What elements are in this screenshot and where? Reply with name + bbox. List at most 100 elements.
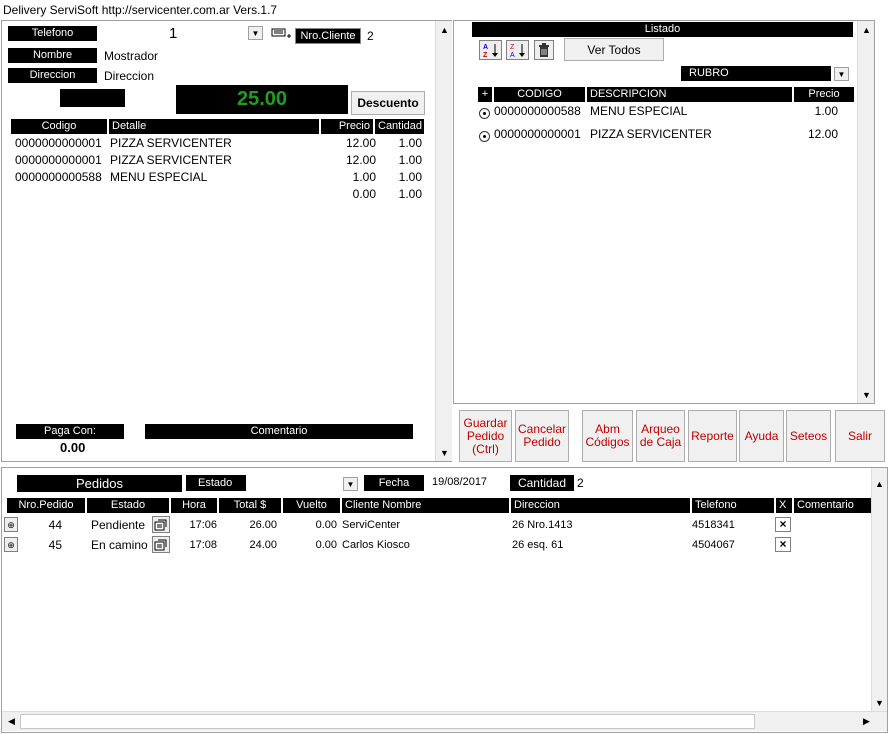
- listado-title: Listado: [472, 22, 853, 37]
- item-row[interactable]: 0.00 1.00: [11, 186, 424, 203]
- svg-text:Z: Z: [510, 44, 515, 51]
- seteos-button[interactable]: Seteos: [786, 410, 831, 462]
- pedidos-header-telefono: Telefono: [692, 498, 774, 513]
- delete-pedido-icon[interactable]: ×: [775, 537, 791, 552]
- pedidos-header-direccion: Direccion: [511, 498, 690, 513]
- trash-icon[interactable]: [534, 40, 554, 60]
- keyboard-icon[interactable]: [270, 27, 292, 41]
- nro-cliente-label: Nro.Cliente: [295, 28, 361, 44]
- cancelar-pedido-button[interactable]: Cancelar Pedido: [515, 410, 569, 462]
- pedido-vuelto: 0.00: [315, 519, 337, 531]
- abm-label: Abm Códigos: [585, 422, 630, 449]
- item-precio: 12.00: [345, 136, 376, 150]
- pedidos-title: Pedidos: [17, 475, 182, 492]
- salir-label: Salir: [847, 428, 872, 443]
- items-header-detalle: Detalle: [109, 119, 319, 134]
- listado-header-add: +: [478, 87, 492, 102]
- change-estado-icon[interactable]: [152, 536, 170, 553]
- listado-codigo: 0000000000001: [494, 127, 581, 141]
- cantidad-value: 2: [577, 476, 584, 490]
- svg-text:A: A: [510, 52, 515, 58]
- pedidos-header-vuelto: Vuelto: [283, 498, 340, 513]
- listado-row[interactable]: 0000000000001 PIZZA SERVICENTER 12.00: [478, 126, 854, 143]
- select-radio-icon[interactable]: [479, 131, 490, 142]
- scroll-down-icon[interactable]: ▼: [859, 387, 874, 402]
- order-pane: Telefono 1 ▼ Nro.Cliente 2 Nombre Mostra…: [1, 20, 452, 462]
- svg-text:Z: Z: [483, 52, 488, 58]
- paga-con-value[interactable]: 0.00: [60, 440, 85, 455]
- scroll-thumb[interactable]: [20, 714, 755, 729]
- listado-descripcion: PIZZA SERVICENTER: [590, 127, 712, 141]
- descuento-label: Descuento: [357, 96, 419, 110]
- pedidos-vscrollbar[interactable]: ▲ ▼: [871, 468, 887, 716]
- listado-descripcion: MENU ESPECIAL: [590, 104, 688, 118]
- listado-scrollbar[interactable]: ▲ ▼: [857, 21, 874, 403]
- pedidos-header-x: X: [776, 498, 792, 513]
- total-amount: 25.00: [236, 88, 288, 110]
- estado-dropdown-button[interactable]: ▼: [343, 477, 358, 491]
- pedidos-header-hora: Hora: [171, 498, 217, 513]
- estado-label: Estado: [186, 475, 246, 491]
- sort-za-icon[interactable]: ZA: [506, 40, 529, 60]
- change-estado-icon[interactable]: [152, 516, 170, 533]
- ver-todos-button[interactable]: Ver Todos: [564, 38, 664, 61]
- pedido-telefono: 4518341: [692, 519, 735, 531]
- svg-text:A: A: [483, 44, 488, 51]
- pedido-cliente: ServiCenter: [342, 519, 401, 531]
- guardar-pedido-button[interactable]: Guardar Pedido (Ctrl): [459, 410, 512, 462]
- item-row[interactable]: 0000000000001 PIZZA SERVICENTER 12.00 1.…: [11, 135, 424, 152]
- pedido-hora: 17:06: [189, 519, 217, 531]
- reporte-label: Reporte: [691, 428, 734, 443]
- scroll-down-icon[interactable]: ▼: [437, 445, 452, 460]
- cantidad-label: Cantidad: [510, 475, 574, 491]
- pedido-row[interactable]: ⊕ 44 Pendiente 17:06 26.00 0.00 ServiCen…: [4, 515, 876, 535]
- pedidos-pane: Pedidos Estado ▼ Fecha 19/08/2017 Cantid…: [1, 467, 888, 733]
- total-display: 25.00: [176, 85, 348, 114]
- app-window: Delivery ServiSoft http://servicenter.co…: [0, 0, 890, 734]
- pedido-row[interactable]: ⊕ 45 En camino 17:08 24.00 0.00 Carlos K…: [4, 535, 876, 555]
- pedidos-header-comentario: Comentario: [794, 498, 876, 513]
- abm-codigos-button[interactable]: Abm Códigos: [582, 410, 633, 462]
- item-codigo: 0000000000001: [15, 153, 102, 167]
- fecha-value[interactable]: 19/08/2017: [432, 476, 487, 488]
- scroll-down-icon[interactable]: ▼: [872, 695, 887, 710]
- ayuda-button[interactable]: Ayuda: [739, 410, 784, 462]
- listado-row[interactable]: 0000000000588 MENU ESPECIAL 1.00: [478, 103, 854, 120]
- descuento-button[interactable]: Descuento: [351, 91, 425, 115]
- item-row[interactable]: 0000000000001 PIZZA SERVICENTER 12.00 1.…: [11, 152, 424, 169]
- listado-table: + CODIGO DESCRIPCION Precio 000000000058…: [478, 87, 854, 147]
- pedidos-header-total: Total $: [219, 498, 281, 513]
- items-header-codigo: Codigo: [11, 119, 107, 134]
- pedido-nro: 45: [48, 538, 62, 552]
- items-table: Codigo Detalle Precio Cantidad 000000000…: [11, 119, 424, 209]
- listado-precio: 1.00: [814, 104, 838, 118]
- estado-combobox[interactable]: Estado ▼: [186, 475, 358, 492]
- scroll-left-icon[interactable]: ◀: [4, 714, 19, 729]
- pedido-total: 26.00: [249, 519, 277, 531]
- item-detalle: MENU ESPECIAL: [110, 170, 208, 184]
- rubro-dropdown-button[interactable]: ▼: [834, 67, 849, 81]
- scroll-up-icon[interactable]: ▲: [872, 476, 887, 491]
- pedidos-hscrollbar[interactable]: ◀ ▶: [2, 711, 887, 731]
- pedidos-header-estado: Estado: [87, 498, 169, 513]
- order-scrollbar[interactable]: ▲ ▼: [435, 21, 452, 461]
- direccion-value[interactable]: Direccion: [104, 69, 154, 83]
- telefono-combobox[interactable]: 1 ▼: [100, 25, 263, 42]
- pedido-cliente: Carlos Kiosco: [342, 539, 410, 551]
- reporte-button[interactable]: Reporte: [688, 410, 737, 462]
- salir-button[interactable]: Salir: [835, 410, 885, 462]
- delete-pedido-icon[interactable]: ×: [775, 517, 791, 532]
- telefono-dropdown-button[interactable]: ▼: [248, 26, 263, 40]
- arqueo-caja-button[interactable]: Arqueo de Caja: [636, 410, 685, 462]
- nombre-value[interactable]: Mostrador: [104, 49, 158, 63]
- scroll-right-icon[interactable]: ▶: [859, 714, 874, 729]
- item-row[interactable]: 0000000000588 MENU ESPECIAL 1.00 1.00: [11, 169, 424, 186]
- paga-con-label: Paga Con:: [16, 424, 124, 439]
- scroll-up-icon[interactable]: ▲: [859, 22, 874, 37]
- seteos-label: Seteos: [789, 428, 828, 443]
- ver-todos-label: Ver Todos: [587, 42, 641, 57]
- scroll-up-icon[interactable]: ▲: [437, 22, 452, 37]
- sort-az-icon[interactable]: AZ: [479, 40, 502, 60]
- select-radio-icon[interactable]: [479, 108, 490, 119]
- telefono-value: 1: [169, 25, 178, 42]
